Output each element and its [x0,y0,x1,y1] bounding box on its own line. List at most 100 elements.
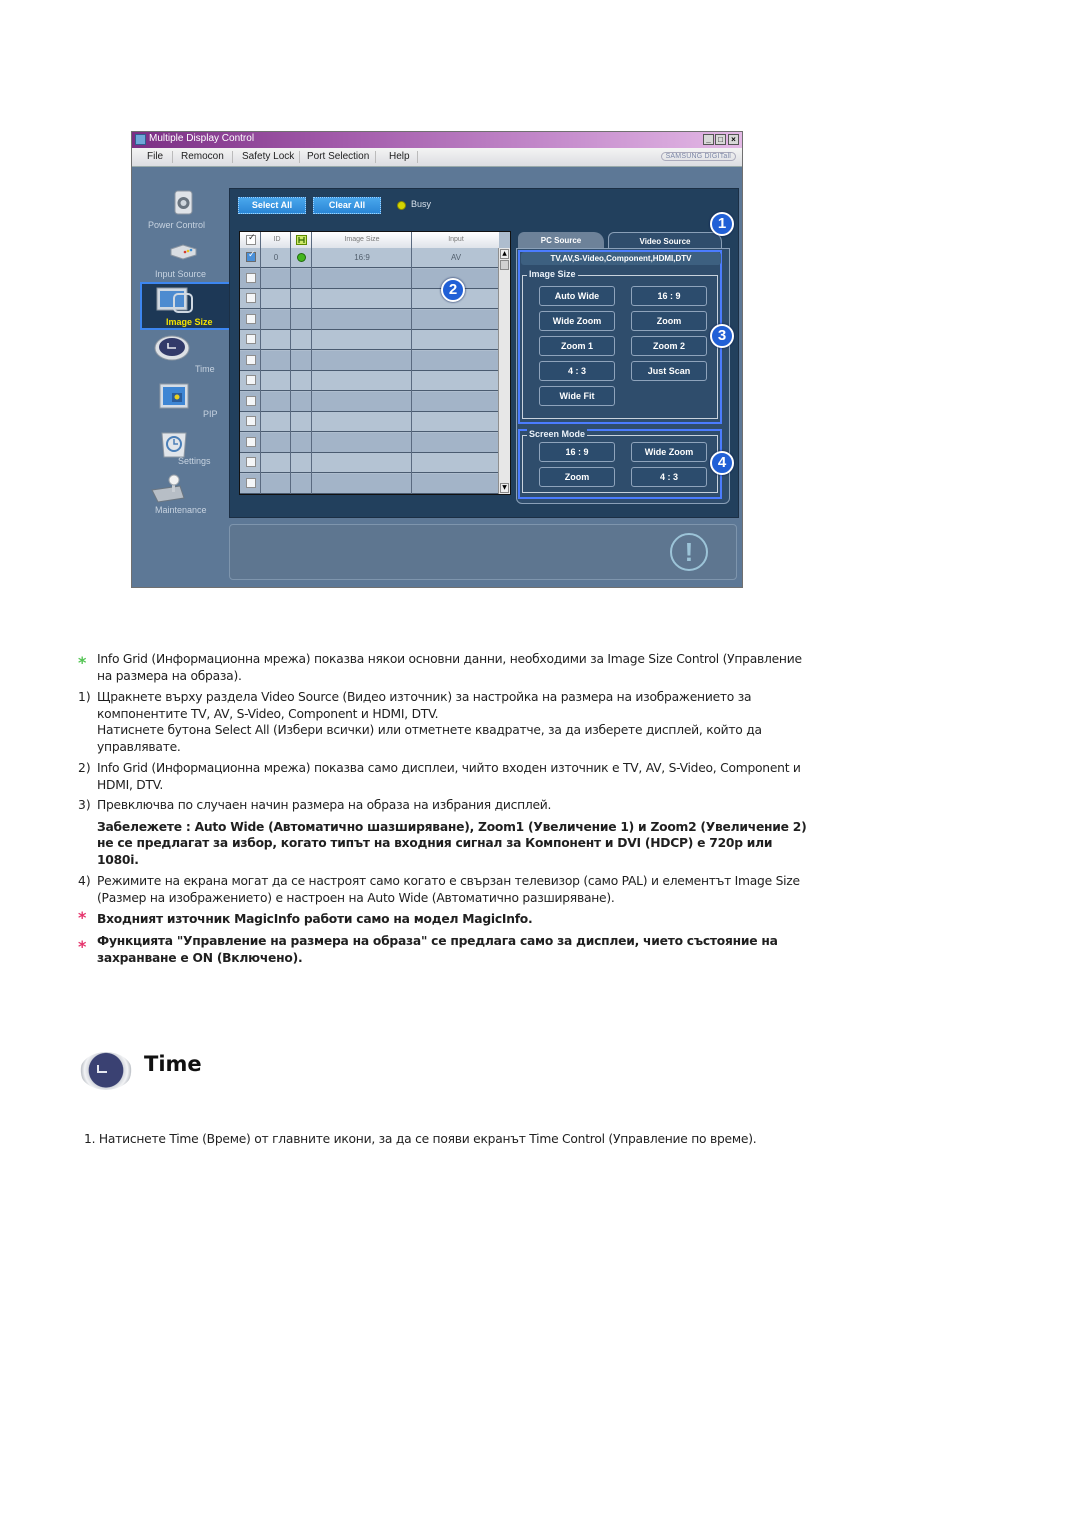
option-button-16-9[interactable]: 16 : 9 [631,286,707,306]
cell-id: 0 [273,253,279,262]
close-button[interactable]: × [728,134,739,145]
table-row[interactable] [240,453,499,473]
note-text: Info Grid (Информационна мрежа) показва … [97,652,802,683]
note-info-grid: * Info Grid (Информационна мрежа) показв… [78,651,808,684]
table-row[interactable] [240,391,499,412]
maintenance-icon [151,474,185,503]
table-row[interactable]: 0 16:9 AV [240,248,499,268]
warning-power-on: * Функцията "Управление на размера на об… [78,933,808,966]
cell-id [262,269,290,288]
busy-indicator-icon [397,201,406,210]
tab-pc-source[interactable]: PC Source [518,232,604,248]
table-row[interactable] [240,350,499,371]
sidebar-item-maintenance[interactable]: Maintenance [136,474,228,518]
table-row[interactable] [240,371,499,391]
row-checkbox[interactable] [246,395,256,406]
row-checkbox[interactable] [246,436,256,447]
table-row[interactable] [240,473,499,494]
option-button-wide-zoom[interactable]: Wide Zoom [631,442,707,462]
menu-port-selection[interactable]: Port Selection [307,151,369,162]
menu-help[interactable]: Help [389,151,410,162]
scroll-thumb[interactable] [500,260,509,270]
sidebar-item-image-size[interactable]: Image Size [140,282,231,330]
cell-id [262,289,290,308]
table-row[interactable] [240,330,499,350]
scroll-down-arrow-icon[interactable]: ▼ [500,483,509,493]
option-button-zoom-1[interactable]: Zoom 1 [539,336,615,356]
option-button-zoom[interactable]: Zoom [631,311,707,331]
menu-bar: File Remocon Safety Lock Port Selection … [132,148,742,167]
info-grid: ID Image Size Input 0 16:9 AV ▲ ▼ [239,231,511,495]
cell-image-size [312,433,412,452]
row-checkbox[interactable] [246,375,256,385]
time-icon [154,335,190,361]
samsung-logo: SAMSUNG DIGITall [660,152,736,161]
step-text: 1. Натиснете Time (Време) от главните ик… [84,1132,757,1146]
row-checkbox[interactable] [246,272,256,283]
cell-image-size [312,392,412,411]
cell-id [262,453,290,472]
sidebar-item-settings[interactable]: Settings [136,429,228,473]
step-text: Превключва по случаен начин размера на о… [97,798,552,812]
clear-all-button[interactable]: Clear All [313,197,381,214]
step-number: 1) [78,690,91,704]
menu-remocon[interactable]: Remocon [181,151,224,162]
callout-badge-4: 4 [710,451,734,475]
row-checkbox[interactable] [246,354,256,365]
select-all-checkbox[interactable] [246,233,256,245]
option-button-auto-wide[interactable]: Auto Wide [539,286,615,306]
sidebar-item-input-source[interactable]: Input Source [136,237,228,279]
row-checkbox[interactable] [246,334,256,344]
row-checkbox[interactable] [246,293,256,303]
callout-badge-3: 3 [710,324,734,348]
cell-image-size [312,351,412,370]
column-header-input: Input [448,236,464,243]
row-checkbox[interactable] [246,457,256,467]
cell-image-size: 16:9 [354,253,370,262]
table-row[interactable] [240,309,499,330]
tab-video-source[interactable]: Video Source [608,232,722,249]
row-checkbox[interactable] [246,313,256,324]
step-number: 4) [78,874,91,888]
input-source-icon [170,244,197,260]
option-button-wide-zoom[interactable]: Wide Zoom [539,311,615,331]
cell-image-size [312,269,412,288]
sidebar-label: Image Size [166,317,213,327]
cell-image-size [312,330,412,349]
step-text: Info Grid (Информационна мрежа) показва … [97,761,801,792]
minimize-button[interactable]: _ [703,134,714,145]
table-row[interactable] [240,412,499,432]
option-button-4-3[interactable]: 4 : 3 [539,361,615,381]
table-row[interactable] [240,432,499,453]
menu-file[interactable]: File [147,151,163,162]
sidebar-item-time[interactable]: Time [136,335,228,379]
select-all-button[interactable]: Select All [238,197,306,214]
option-button-4-3[interactable]: 4 : 3 [631,467,707,487]
option-button-zoom[interactable]: Zoom [539,467,615,487]
grid-scrollbar[interactable]: ▲ ▼ [498,248,510,494]
row-checkbox[interactable] [246,250,256,262]
cell-input [412,453,500,472]
sidebar-item-power-control[interactable]: Power Control [136,187,228,237]
scroll-up-arrow-icon[interactable]: ▲ [500,249,509,259]
cell-id [262,433,290,452]
step-4: 4) Режимите на екрана могат да се настро… [78,873,808,906]
option-button-wide-fit[interactable]: Wide Fit [539,386,615,406]
option-button-just-scan[interactable]: Just Scan [631,361,707,381]
cell-input [412,412,500,431]
sidebar-item-pip[interactable]: PIP [136,382,228,426]
maximize-button[interactable]: □ [715,134,726,145]
grid-divider [311,232,312,494]
option-button-zoom-2[interactable]: Zoom 2 [631,336,707,356]
option-button-16-9[interactable]: 16 : 9 [539,442,615,462]
menu-safety-lock[interactable]: Safety Lock [242,151,294,162]
menu-separator [232,151,233,163]
app-icon [135,134,146,145]
pink-star-icon: * [78,937,87,956]
step-3: 3) Превключва по случаен начин размера н… [78,797,808,868]
row-checkbox[interactable] [246,416,256,426]
row-checkbox[interactable] [246,477,256,488]
power-status-header-icon [296,235,307,245]
cell-input [412,330,500,349]
sidebar-label: Settings [178,456,211,466]
